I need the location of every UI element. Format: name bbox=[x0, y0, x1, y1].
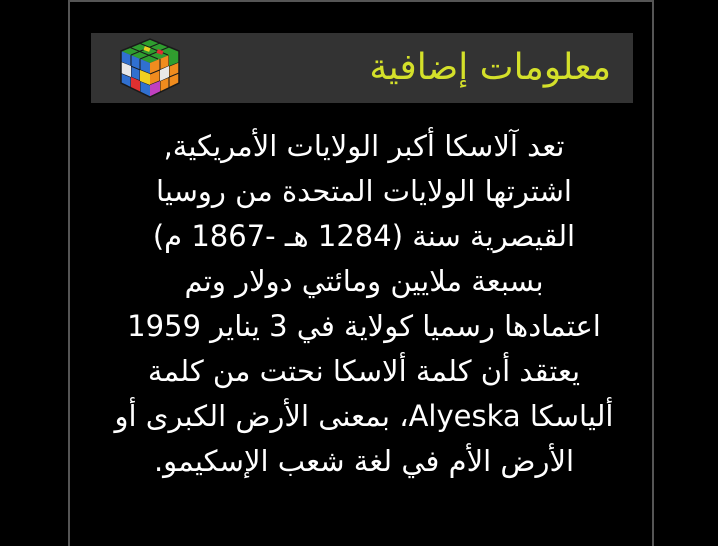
paragraph-line: القيصرية سنة (1284 هـ -1867 م) bbox=[152, 219, 576, 253]
paragraph-line: اشترتها الولايات المتحدة من روسيا bbox=[156, 174, 572, 208]
section-title: معلومات إضافية bbox=[369, 47, 611, 88]
paragraph-line: بسبعة ملايين ومائتي دولار وتم bbox=[184, 264, 544, 298]
paragraph-line: تعد آلاسكا أكبر الولايات الأمريكية, bbox=[163, 129, 565, 163]
rubiks-cube-icon bbox=[120, 38, 180, 98]
paragraph-line: ألياسكا Alyeska، بمعنى الأرض الكبرى أو bbox=[114, 399, 614, 433]
paragraph-line: اعتمادها رسميا كولاية في 3 يناير 1959 bbox=[127, 309, 601, 343]
paragraph-line: يعتقد أن كلمة ألاسكا نحتت من كلمة bbox=[147, 354, 581, 388]
paragraph-line: الأرض الأم في لغة شعب الإسكيمو. bbox=[153, 444, 575, 478]
section-header: معلومات إضافية bbox=[91, 33, 633, 103]
info-paragraph: تعد آلاسكا أكبر الولايات الأمريكية, اشتر… bbox=[96, 124, 632, 484]
